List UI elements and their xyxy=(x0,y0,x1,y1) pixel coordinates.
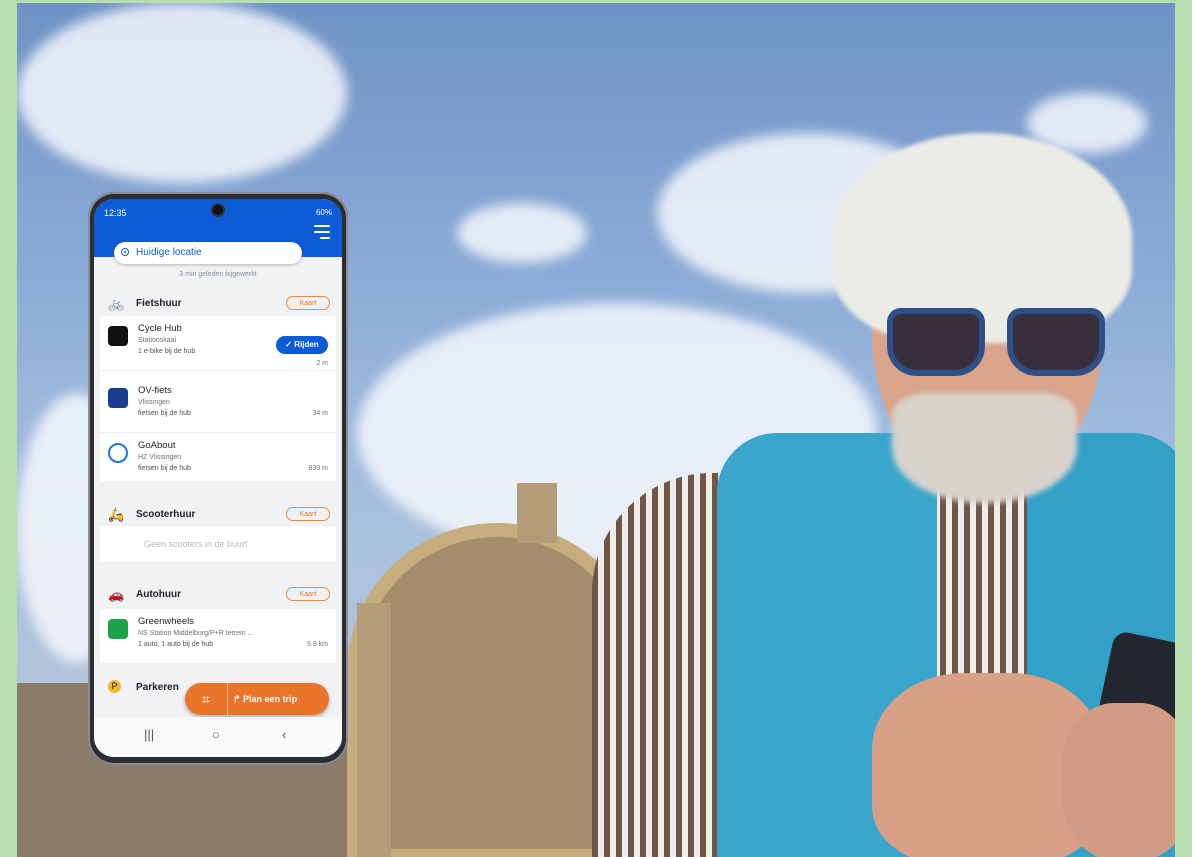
car-list: Greenwheels NS Station Middelburg/P+R te… xyxy=(100,609,336,663)
menu-icon[interactable] xyxy=(314,225,330,239)
item-name: OV-fiets xyxy=(138,385,172,396)
camera-icon xyxy=(213,205,223,215)
battery-status: 60% xyxy=(315,208,332,217)
map-button[interactable]: Kaart xyxy=(286,296,330,310)
home-icon[interactable]: ○ xyxy=(212,727,220,742)
item-info: 1 auto, 1 auto bij de hub xyxy=(138,641,214,648)
cloud xyxy=(457,203,587,263)
item-sub: HZ Vlissingen xyxy=(138,454,182,461)
list-item[interactable]: OV-fiets Vlissingen fietsen bij de hub 3… xyxy=(100,378,336,433)
bike-list: Cycle Hub Stationskaai 1 e-bike bij de h… xyxy=(100,316,336,481)
person-hand xyxy=(1062,703,1175,857)
status-time: 12:35 xyxy=(104,208,127,218)
item-info: 1 e-bike bij de hub xyxy=(138,348,196,355)
person-beard xyxy=(892,393,1077,503)
ride-button[interactable]: ✓ Rijden xyxy=(276,336,328,354)
goabout-logo xyxy=(108,443,128,463)
list-item[interactable]: GoAbout HZ Vlissingen fietsen bij de hub… xyxy=(100,433,336,487)
item-info: fietsen bij de hub xyxy=(138,465,191,472)
bike-icon: 🚲 xyxy=(108,296,125,311)
section-title: Parkeren xyxy=(136,682,179,693)
item-name: Greenwheels xyxy=(138,616,194,627)
section-scooters: 🛵 Scooterhuur Kaart xyxy=(100,504,336,526)
item-info: fietsen bij de hub xyxy=(138,410,191,417)
parking-icon: P xyxy=(108,680,121,693)
list-item[interactable]: Greenwheels NS Station Middelburg/P+R te… xyxy=(100,609,336,663)
section-title: Scooterhuur xyxy=(136,509,196,520)
section-title: Autohuur xyxy=(136,589,181,600)
item-distance: 5.9 km xyxy=(306,641,328,648)
plan-trip-fab[interactable]: ⌗ ↱ Plan een trip xyxy=(185,683,329,715)
android-navbar: ||| ○ ‹ xyxy=(94,717,342,757)
item-distance: 830 m xyxy=(308,465,328,472)
phone-screen: 12:35 60% Huidige locatie 3 min geleden … xyxy=(94,199,342,757)
list-item[interactable]: Cycle Hub Stationskaai 1 e-bike bij de h… xyxy=(100,316,336,371)
back-icon[interactable]: ‹ xyxy=(282,727,286,742)
cyclehub-logo xyxy=(108,326,128,346)
ovfiets-logo xyxy=(108,388,128,408)
section-title: Fietshuur xyxy=(136,298,182,309)
item-name: Cycle Hub xyxy=(138,323,182,334)
location-icon xyxy=(121,248,129,256)
plan-trip-label: Plan een trip xyxy=(243,694,298,704)
item-distance: 34 m xyxy=(312,410,328,417)
section-cars: 🚗 Autohuur Kaart xyxy=(100,584,336,606)
map-button[interactable]: Kaart xyxy=(286,587,330,601)
cloud xyxy=(17,3,347,183)
pillar xyxy=(517,483,557,543)
section-bikes: 🚲 Fietshuur Kaart xyxy=(100,293,336,315)
updated-text: 3 min geleden bijgewerkt xyxy=(179,271,257,278)
scan-icon[interactable]: ⌗ xyxy=(185,683,228,715)
item-sub: Vlissingen xyxy=(138,399,170,406)
item-distance: 2 m xyxy=(316,360,328,367)
scooter-icon: 🛵 xyxy=(108,507,125,522)
sunglasses xyxy=(887,308,1112,378)
phone-mockup: 12:35 60% Huidige locatie 3 min geleden … xyxy=(88,192,348,765)
item-name: GoAbout xyxy=(138,440,176,451)
car-icon: 🚗 xyxy=(108,587,125,602)
item-sub: NS Station Middelburg/P+R terrein ... xyxy=(138,630,254,637)
empty-scooters: Geen scooters in de buurt xyxy=(100,526,336,562)
item-sub: Stationskaai xyxy=(138,337,177,344)
location-selector[interactable]: Huidige locatie xyxy=(114,242,302,264)
plan-trip-button[interactable]: ↱ Plan een trip xyxy=(233,683,297,715)
location-label: Huidige locatie xyxy=(136,247,202,258)
recent-apps-icon[interactable]: ||| xyxy=(144,727,154,742)
greenwheels-logo xyxy=(108,619,128,639)
ride-label: Rijden xyxy=(294,340,319,349)
map-button[interactable]: Kaart xyxy=(286,507,330,521)
pillar xyxy=(357,603,391,857)
